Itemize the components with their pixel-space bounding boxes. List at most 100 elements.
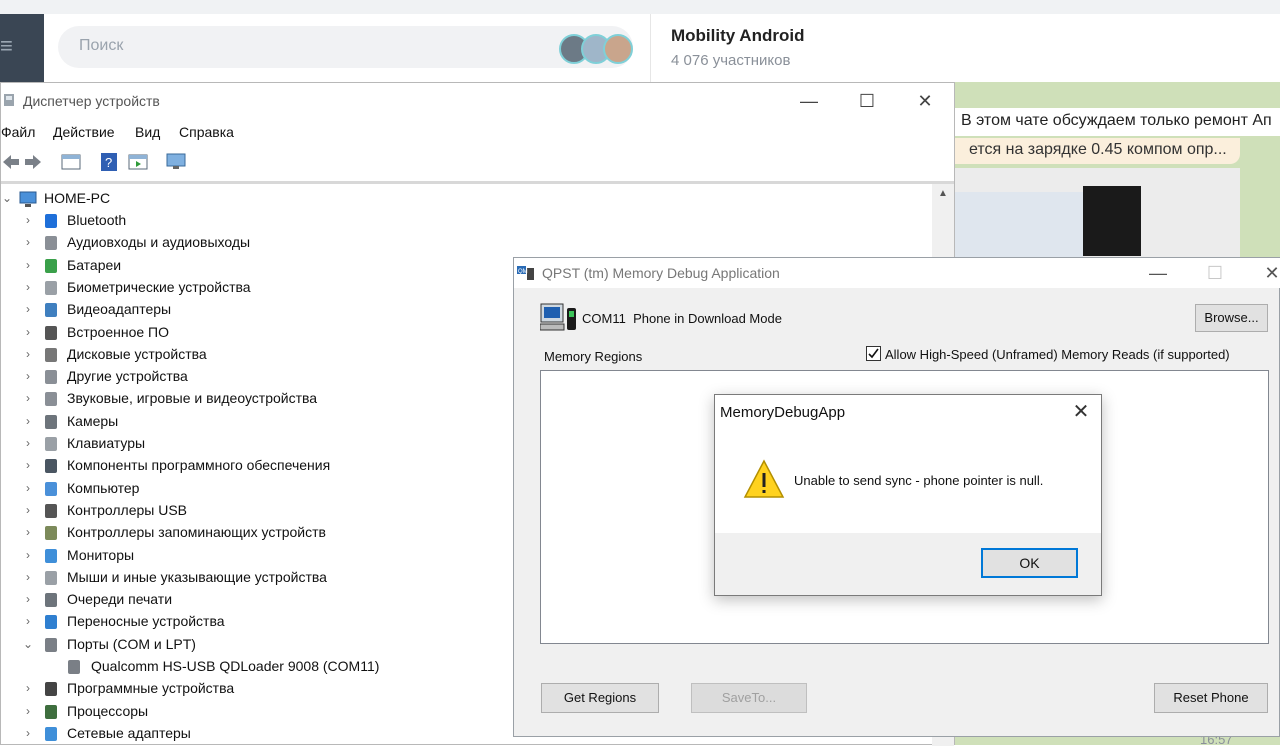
speaker-icon <box>45 236 57 251</box>
chevron-right-icon[interactable]: › <box>22 414 34 428</box>
phone-status-label: Phone in Download Mode <box>633 311 782 326</box>
title-bar[interactable]: Диспетчер устройств — ☐ ✕ <box>1 83 954 119</box>
chevron-down-icon[interactable]: ⌄ <box>22 637 34 651</box>
avatar[interactable] <box>603 34 633 64</box>
error-dialog: MemoryDebugApp ✕ Unable to send sync - p… <box>714 394 1102 596</box>
dialog-message: Unable to send sync - phone pointer is n… <box>794 473 1044 488</box>
chevron-right-icon[interactable]: › <box>22 280 34 294</box>
close-button[interactable]: ✕ <box>1252 261 1280 285</box>
chevron-right-icon[interactable]: › <box>22 369 34 383</box>
help-icon[interactable]: ? <box>99 153 119 171</box>
toolbar: ? <box>1 145 954 184</box>
printer-icon <box>45 593 57 608</box>
message-bubble[interactable]: ется на зарядке 0.45 компом опр... <box>955 138 1240 164</box>
chevron-right-icon[interactable]: › <box>22 704 34 718</box>
chevron-right-icon[interactable]: › <box>22 347 34 361</box>
hamburger-menu-icon[interactable]: ≡ <box>0 14 44 82</box>
chevron-down-icon[interactable]: ⌄ <box>1 191 13 205</box>
phone-computer-icon <box>540 303 576 331</box>
tree-item[interactable]: › Аудиовходы и аудиовыходы <box>1 232 901 254</box>
tree-item-label: Встроенное ПО <box>67 323 169 340</box>
processor-icon <box>45 704 57 719</box>
unknown-device-icon <box>45 370 57 385</box>
chevron-right-icon[interactable]: › <box>22 503 34 517</box>
get-regions-button[interactable]: Get Regions <box>541 683 659 713</box>
chevron-right-icon[interactable]: › <box>22 325 34 339</box>
search-input[interactable] <box>58 26 633 68</box>
tree-item-label: Мыши и иные указывающие устройства <box>67 568 327 585</box>
browse-button[interactable]: Browse... <box>1195 304 1268 332</box>
menu-help[interactable]: Справка <box>179 124 234 140</box>
chevron-right-icon[interactable]: › <box>22 391 34 405</box>
update-driver-icon[interactable] <box>128 153 148 171</box>
software-device-icon <box>45 682 57 697</box>
bluetooth-icon <box>45 214 57 228</box>
chat-header[interactable] <box>651 14 1280 83</box>
portable-device-icon <box>45 615 57 630</box>
chevron-right-icon[interactable]: › <box>22 726 34 740</box>
scan-hardware-icon[interactable] <box>166 153 186 171</box>
port-icon <box>68 660 80 674</box>
scroll-up-icon[interactable]: ▲ <box>938 188 948 199</box>
biometric-icon <box>45 280 57 295</box>
message-photo[interactable] <box>955 168 1240 258</box>
tree-item-label: Компоненты программного обеспечения <box>67 457 331 474</box>
chevron-right-icon[interactable]: › <box>22 614 34 628</box>
keyboard-icon <box>45 437 57 451</box>
close-icon[interactable]: ✕ <box>1067 399 1095 424</box>
pinned-message[interactable]: В этом чате обсуждаем только ремонт Ап <box>955 108 1280 136</box>
chevron-right-icon[interactable]: › <box>22 258 34 272</box>
tree-item-label: Клавиатуры <box>67 435 146 451</box>
maximize-button[interactable]: ☐ <box>847 89 887 113</box>
tree-item-label: Биометрические устройства <box>67 278 251 295</box>
message-text: ется на зарядке 0.45 компом опр... <box>969 141 1227 158</box>
chevron-right-icon[interactable]: › <box>22 681 34 695</box>
menu-file[interactable]: Файл <box>1 124 35 140</box>
tree-item-label: Аудиовходы и аудиовыходы <box>67 234 251 251</box>
chevron-right-icon[interactable]: › <box>22 302 34 316</box>
tree-item[interactable]: › Bluetooth <box>1 210 901 232</box>
computer-icon <box>19 191 37 207</box>
reset-phone-button[interactable]: Reset Phone <box>1154 683 1268 713</box>
chevron-right-icon[interactable]: › <box>22 525 34 539</box>
tree-item-label: Контроллеры запоминающих устройств <box>67 524 326 541</box>
minimize-button[interactable]: — <box>789 89 829 113</box>
tree-item-label: Bluetooth <box>67 212 127 228</box>
mouse-icon <box>45 570 57 585</box>
allow-highspeed-checkbox[interactable] <box>866 346 881 361</box>
com-port-status: COM11 Phone in Download Mode <box>582 311 782 326</box>
back-arrow-icon[interactable] <box>1 153 21 171</box>
forward-arrow-icon[interactable] <box>23 153 43 171</box>
close-button[interactable]: ✕ <box>905 89 945 113</box>
chevron-right-icon[interactable]: › <box>22 481 34 495</box>
tree-item-label: Компьютер <box>67 479 140 496</box>
dialog-title: MemoryDebugApp <box>720 404 846 421</box>
tree-item-label: Переносные устройства <box>67 613 225 630</box>
properties-icon[interactable] <box>61 153 81 171</box>
allow-highspeed-label[interactable]: Allow High-Speed (Unframed) Memory Reads… <box>885 347 1230 362</box>
menu-bar: Файл Действие Вид Справка <box>1 121 954 143</box>
warning-icon <box>743 459 785 498</box>
qpst-app-icon: QM <box>517 266 534 280</box>
chat-title[interactable]: Mobility Android <box>671 26 804 46</box>
save-to-button[interactable]: SaveTo... <box>691 683 807 713</box>
chevron-right-icon[interactable]: › <box>22 592 34 606</box>
telegram-top-strip <box>0 0 1280 14</box>
tree-item-label: Qualcomm HS-USB QDLoader 9008 (COM11) <box>91 658 380 674</box>
menu-action[interactable]: Действие <box>53 124 115 140</box>
chevron-right-icon[interactable]: › <box>22 548 34 562</box>
chevron-right-icon[interactable]: › <box>22 213 34 227</box>
title-bar[interactable]: QM QPST (tm) Memory Debug Application — … <box>514 258 1280 288</box>
maximize-button[interactable]: ☐ <box>1195 261 1235 285</box>
monitor-icon <box>45 548 57 563</box>
photo-terminal-region <box>1083 186 1141 256</box>
chevron-right-icon[interactable]: › <box>22 458 34 472</box>
window-title: Диспетчер устройств <box>23 93 160 109</box>
menu-view[interactable]: Вид <box>135 124 160 140</box>
chevron-right-icon[interactable]: › <box>22 436 34 450</box>
chevron-right-icon[interactable]: › <box>22 235 34 249</box>
chevron-right-icon[interactable]: › <box>22 570 34 584</box>
tree-root[interactable]: ⌄ HOME-PC <box>1 188 901 210</box>
minimize-button[interactable]: — <box>1138 261 1178 285</box>
ok-button[interactable]: OK <box>981 548 1078 578</box>
